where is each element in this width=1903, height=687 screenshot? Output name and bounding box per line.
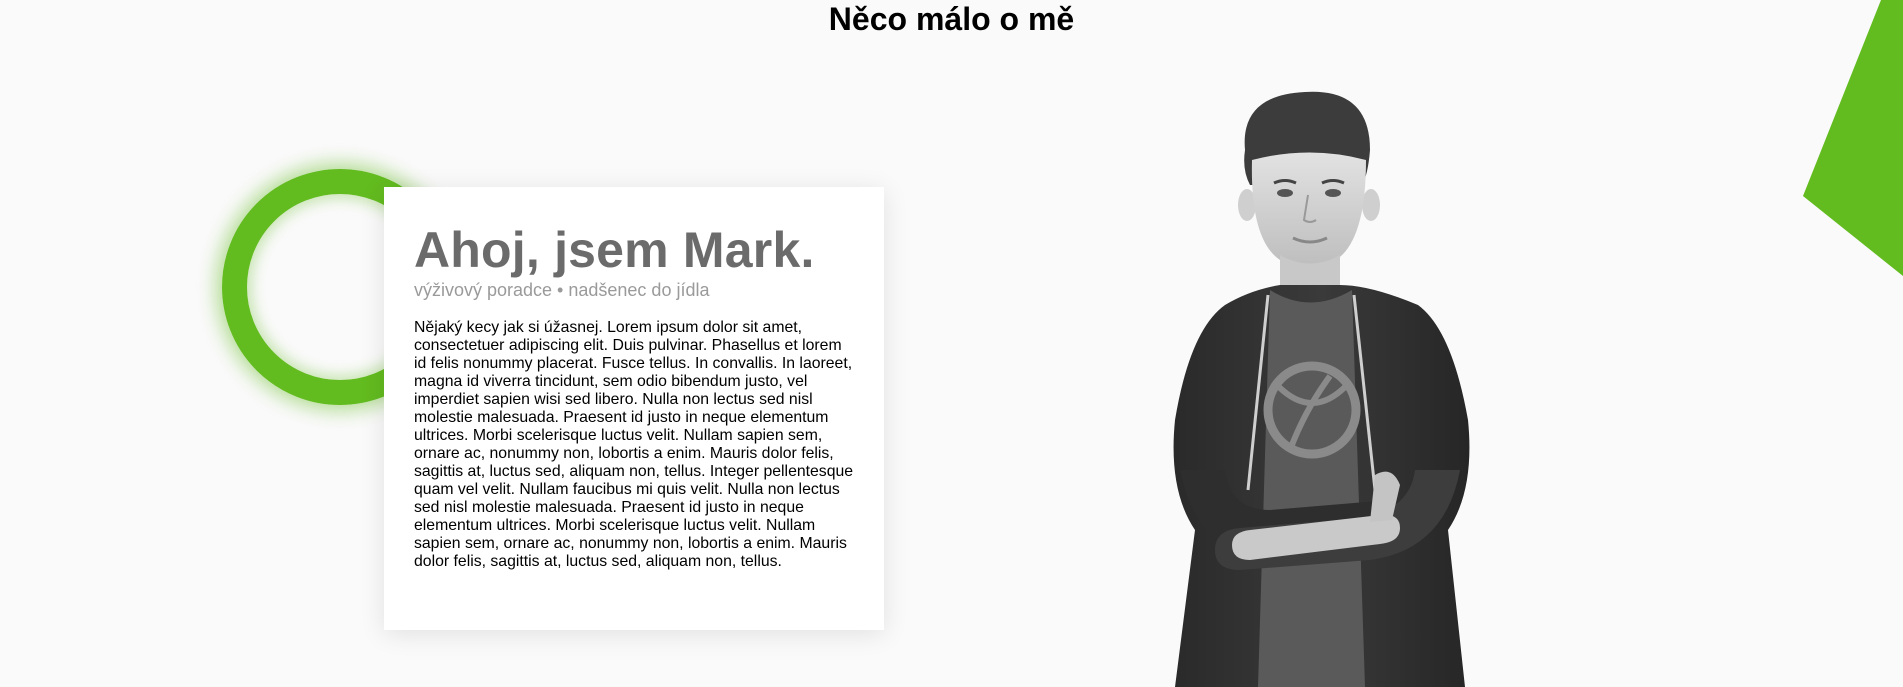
card-body-text: Nějaký kecy jak si úžasnej. Lorem ipsum … [414, 319, 854, 570]
card-heading: Ahoj, jsem Mark. [414, 222, 815, 278]
card-subtitle: výživový poradce • nadšenec do jídla [414, 280, 710, 300]
about-card: Ahoj, jsem Mark. výživový poradce • nadš… [384, 187, 884, 630]
portrait-photo [1173, 91, 1470, 687]
green-triangle-decoration [1803, 0, 1903, 276]
section-title: Něco málo o mě [828, 1, 1075, 37]
